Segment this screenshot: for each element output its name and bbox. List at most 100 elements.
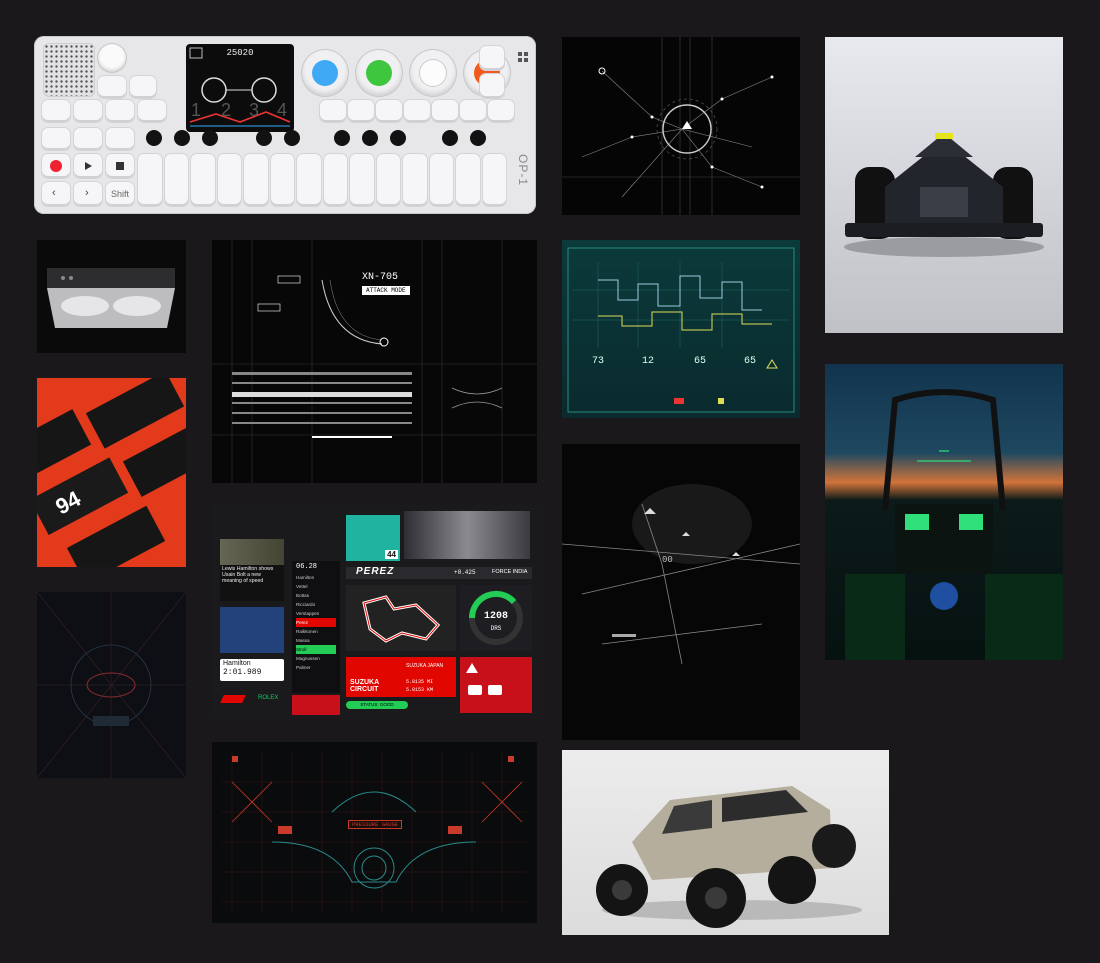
standing-row: Verstappen (296, 611, 320, 616)
red-dashboards-graphic: 94 (37, 378, 186, 567)
number-key-2[interactable]: 2 (214, 100, 238, 121)
black-key[interactable] (334, 130, 350, 146)
telemetry-graphs (567, 247, 795, 413)
telemetry-tile[interactable]: 73 12 65 65 (562, 240, 800, 418)
func-key-1[interactable] (320, 100, 346, 122)
perspective-hud-graphic: 00 (562, 484, 800, 665)
driver-time-card[interactable]: Hamilton 2:01.989 (220, 659, 284, 681)
func-key-2[interactable] (348, 100, 374, 122)
white-key[interactable] (297, 154, 321, 206)
news-headline: Lewis Hamilton shows Usain Bolt a new me… (222, 566, 274, 584)
drum-key[interactable] (74, 100, 102, 122)
driver-banner[interactable]: PEREZ +0.425 FORCE INDIA (346, 566, 532, 579)
white-key[interactable] (217, 154, 241, 206)
white-key[interactable] (270, 154, 294, 206)
shift-button[interactable]: Shift (106, 182, 134, 206)
black-key[interactable] (174, 130, 190, 146)
white-key[interactable] (482, 154, 506, 206)
metronome-button[interactable] (130, 76, 156, 98)
f1-broadcast-board[interactable]: Lewis Hamilton shows Usain Bolt a new me… (212, 505, 537, 718)
standing-row: Hamilton (296, 575, 315, 580)
func-key-3[interactable] (376, 100, 402, 122)
rolex-logo: ROLEX (258, 695, 279, 701)
news-card[interactable]: Lewis Hamilton shows Usain Bolt a new me… (220, 539, 284, 601)
white-key[interactable] (376, 154, 400, 206)
tape-key[interactable] (106, 100, 134, 122)
audio-device-photo[interactable] (37, 240, 186, 353)
standing-row: Stroll (296, 645, 336, 654)
black-key[interactable] (390, 130, 406, 146)
func-key-7[interactable] (488, 100, 514, 122)
black-key[interactable] (362, 130, 378, 146)
icon-panel[interactable] (460, 657, 532, 713)
stop-button[interactable] (106, 154, 134, 178)
white-key[interactable] (429, 154, 453, 206)
split-key[interactable] (106, 128, 134, 150)
driver-name: Hamilton (223, 660, 251, 667)
standing-row: Massa (296, 638, 310, 643)
dark-hud-tile[interactable] (37, 592, 186, 778)
lift-key[interactable] (42, 128, 70, 150)
black-key[interactable] (256, 130, 272, 146)
tape-button[interactable] (98, 76, 126, 98)
func-key-4[interactable] (404, 100, 430, 122)
speed-gauge[interactable]: 1208 DRS (460, 585, 532, 651)
synth-key[interactable] (42, 100, 70, 122)
black-key[interactable] (202, 130, 218, 146)
white-key[interactable] (164, 154, 188, 206)
jet-cockpit-photo[interactable] (825, 364, 1063, 660)
lap-time: 2:01.989 (223, 668, 262, 677)
black-key[interactable] (146, 130, 162, 146)
number-key-4[interactable]: 4 (270, 100, 294, 121)
play-button[interactable] (74, 154, 102, 178)
white-key[interactable] (244, 154, 268, 206)
circuit-card[interactable]: SUZUKA CIRCUIT SUZUKA JAPAN 5.8135 MI 5.… (346, 657, 456, 697)
white-key[interactable] (323, 154, 347, 206)
black-key[interactable] (470, 130, 486, 146)
mixer-key[interactable] (138, 100, 166, 122)
func-key-5[interactable] (432, 100, 458, 122)
telemetry-readout-1: 73 (592, 356, 605, 367)
offroad-vehicle-photo[interactable] (562, 750, 889, 935)
func-key-6[interactable] (460, 100, 486, 122)
microphone-button[interactable] (480, 46, 504, 70)
standing-row: Palmer (296, 665, 311, 670)
white-key[interactable] (191, 154, 215, 206)
f1-logo-icon (220, 695, 246, 703)
white-keys[interactable] (138, 154, 506, 206)
record-button[interactable] (42, 154, 70, 178)
white-key[interactable] (456, 154, 480, 206)
drop-key[interactable] (74, 128, 102, 150)
arrow-left-button[interactable]: ‹ (42, 182, 70, 206)
number-key-3[interactable]: 3 (242, 100, 266, 121)
timing-tower[interactable]: 06.28 Hamilton Vettel Bottas Ricciardo V… (292, 561, 340, 693)
white-key[interactable] (138, 154, 162, 206)
driver-number: 44 (385, 550, 398, 559)
speed-value: 1208 (483, 611, 508, 622)
canopy-schematic-tile[interactable]: PRESSURE GAUGE (212, 742, 537, 923)
volume-knob-icon[interactable] (98, 44, 126, 72)
telemetry-readout-3: 65 (694, 356, 707, 367)
synth-tile[interactable]: 25020 1 2 3 4 ‹ › Shift OP-1 (34, 36, 536, 214)
blue-knob[interactable] (302, 50, 348, 96)
red-dashboards-tile[interactable]: 94 (37, 378, 186, 567)
driver-portrait[interactable]: 44 (346, 515, 400, 561)
synth-brand: OP-1 (516, 153, 530, 186)
white-key[interactable] (350, 154, 374, 206)
black-key[interactable] (442, 130, 458, 146)
white-knob[interactable] (410, 50, 456, 96)
white-key[interactable] (403, 154, 427, 206)
star-map-graphic (562, 37, 800, 215)
arrow-right-button[interactable]: › (74, 182, 102, 206)
black-key[interactable] (284, 130, 300, 146)
com-button[interactable] (480, 74, 504, 98)
green-knob[interactable] (356, 50, 402, 96)
track-map[interactable] (346, 585, 456, 651)
arrow-right-icon: › (85, 187, 89, 199)
star-map-hud-tile[interactable] (562, 37, 800, 215)
f1-car-photo[interactable] (825, 37, 1063, 333)
dark-perspective-hud-tile[interactable]: 00 (562, 444, 800, 740)
telemetry-readout-2: 12 (642, 356, 655, 367)
number-key-1[interactable]: 1 (184, 100, 208, 121)
team-photo (404, 511, 530, 559)
